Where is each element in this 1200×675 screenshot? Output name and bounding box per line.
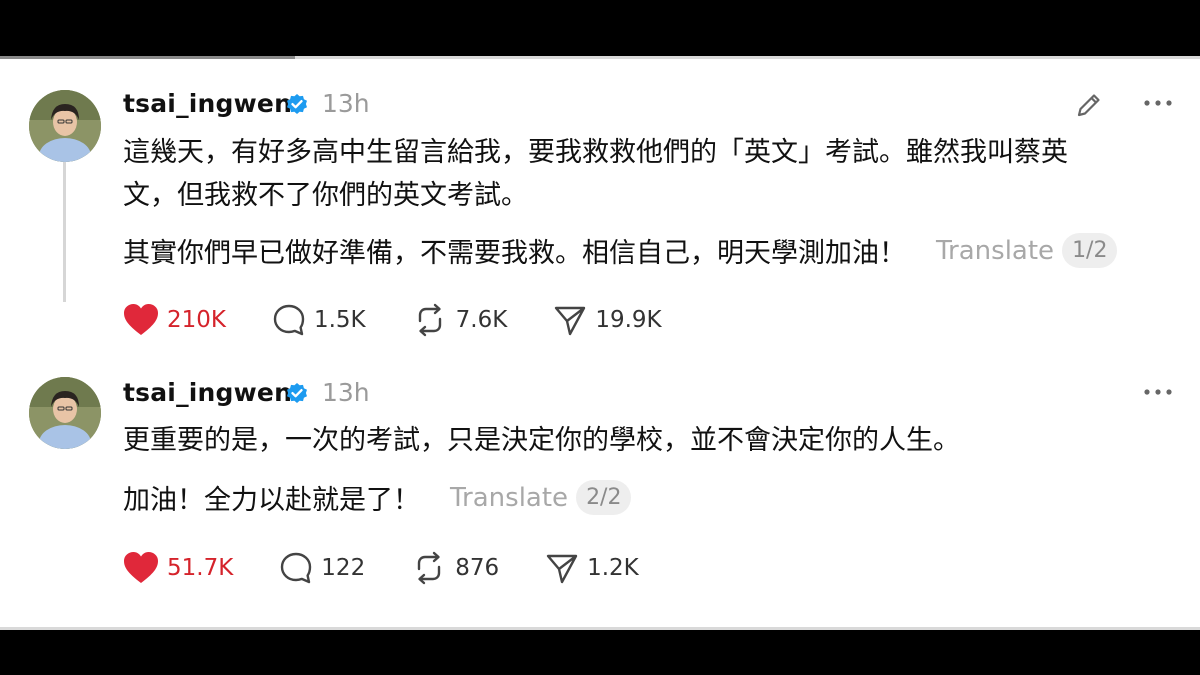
- pencil-icon: [1077, 94, 1100, 117]
- send-icon: [546, 554, 578, 584]
- repost-button[interactable]: 876: [411, 551, 499, 585]
- repost-count: 876: [455, 555, 500, 581]
- share-button[interactable]: 1.2K: [545, 551, 639, 585]
- share-button[interactable]: 19.9K: [553, 303, 662, 337]
- repost-icon: [418, 303, 441, 337]
- reply-count: 1.5K: [313, 307, 366, 333]
- reply-button[interactable]: 122: [279, 551, 365, 585]
- post-text-line-1: 這幾天，有好多高中生留言給我，要我救救他們的「英文」考試。雖然我叫蔡英: [123, 137, 1068, 168]
- post-text-row: 其實你們早已做好準備，不需要我救。相信自己，明天學測加油！ Translate …: [123, 231, 1118, 270]
- avatar[interactable]: [29, 90, 101, 162]
- reply-button[interactable]: 1.5K: [272, 303, 366, 337]
- repost-button[interactable]: 7.6K: [412, 303, 508, 337]
- post-actions: 51.7K 122 876 1.2K: [123, 551, 639, 585]
- more-options-icon: [1144, 389, 1172, 395]
- like-button[interactable]: 51.7K: [123, 551, 233, 585]
- reply-count: 122: [321, 555, 366, 581]
- like-count: 51.7K: [167, 555, 234, 581]
- letterbox-bottom: [0, 630, 1200, 675]
- repost-icon: [418, 551, 441, 585]
- send-icon: [555, 306, 586, 336]
- post-text-line-2: 加油！全力以赴就是了！: [123, 485, 420, 516]
- post-actions: 210K 1.5K 7.6K 19.9K: [123, 303, 662, 337]
- like-button[interactable]: 210K: [123, 303, 226, 337]
- more-options-button[interactable]: [1138, 377, 1178, 407]
- post-text-line-2: 文，但我救不了你們的英文考試。: [123, 180, 528, 211]
- more-options-button[interactable]: [1138, 88, 1178, 118]
- translate-button[interactable]: Translate: [936, 236, 1054, 266]
- translate-button[interactable]: Translate: [450, 483, 568, 513]
- video-frame: tsai_ingwen 13h 這幾天，有好多高中生留言給我，要我救救他們的「英…: [0, 0, 1200, 675]
- thread-page-badge: 2/2: [576, 480, 632, 515]
- post-text-line-3: 其實你們早已做好準備，不需要我救。相信自己，明天學測加油！: [123, 238, 906, 269]
- username[interactable]: tsai_ingwen: [123, 89, 292, 118]
- comment-icon: [273, 304, 305, 336]
- post-text-row: 加油！全力以赴就是了！ Translate 2/2: [123, 478, 632, 517]
- share-count: 1.2K: [587, 555, 639, 581]
- progress-indicator: [0, 56, 295, 59]
- heart-icon: [124, 552, 158, 583]
- comment-icon: [281, 552, 312, 584]
- thread-page-badge: 1/2: [1062, 233, 1118, 268]
- post-text-line-1: 更重要的是，一次的考試，只是決定你的學校，並不會決定你的人生。: [123, 425, 960, 456]
- share-count: 19.9K: [595, 307, 662, 333]
- edit-button[interactable]: [1072, 88, 1106, 122]
- avatar[interactable]: [29, 377, 101, 449]
- verified-badge-icon: [287, 383, 307, 403]
- repost-count: 7.6K: [455, 307, 508, 333]
- more-options-icon: [1144, 100, 1172, 106]
- like-count: 210K: [167, 307, 226, 333]
- post-timestamp: 13h: [322, 378, 370, 407]
- heart-icon: [124, 304, 158, 335]
- verified-badge-icon: [287, 94, 307, 114]
- username[interactable]: tsai_ingwen: [123, 378, 292, 407]
- post-timestamp: 13h: [322, 89, 370, 118]
